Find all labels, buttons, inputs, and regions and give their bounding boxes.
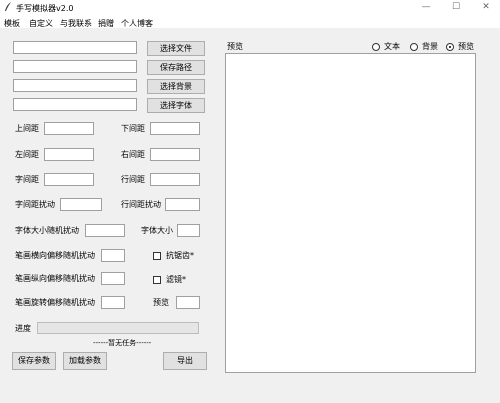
char-jitter-input[interactable] — [60, 198, 102, 211]
rotation-label: 笔画旋转偏移随机扰动 — [15, 298, 95, 307]
maximize-button[interactable]: ☐ — [444, 0, 468, 16]
radio-background[interactable] — [410, 43, 418, 51]
file-path-input[interactable] — [13, 41, 137, 54]
export-button[interactable]: 导出 — [163, 352, 207, 370]
bottom-margin-label: 下间距 — [121, 124, 145, 133]
radio-preview[interactable] — [446, 43, 454, 51]
right-margin-input[interactable] — [150, 148, 200, 161]
h-offset-input[interactable] — [101, 249, 125, 262]
font-path-input[interactable] — [13, 98, 137, 111]
v-offset-label: 笔画纵向偏移随机扰动 — [15, 274, 95, 283]
bottom-margin-input[interactable] — [150, 122, 200, 135]
progress-label: 进度 — [15, 324, 31, 333]
filter-label: 滤镜* — [166, 275, 186, 284]
filter-checkbox[interactable] — [153, 276, 161, 284]
select-font-button[interactable]: 选择字体 — [147, 98, 205, 113]
font-size-jitter-input[interactable] — [85, 224, 125, 237]
preview-size-label: 预览 — [153, 298, 169, 307]
radio-text[interactable] — [372, 43, 380, 51]
char-jitter-label: 字间距扰动 — [15, 200, 55, 209]
select-background-button[interactable]: 选择背景 — [147, 79, 205, 94]
top-margin-label: 上间距 — [15, 124, 39, 133]
window-title: 手写模拟器v2.0 — [16, 4, 74, 13]
font-size-input[interactable] — [177, 224, 200, 237]
h-offset-label: 笔画横向偏移随机扰动 — [15, 251, 95, 260]
load-params-button[interactable]: 加载参数 — [63, 352, 107, 370]
menu-custom[interactable]: 自定义 — [29, 18, 53, 29]
save-params-button[interactable]: 保存参数 — [12, 352, 56, 370]
radio-text-label: 文本 — [384, 42, 400, 51]
v-offset-input[interactable] — [101, 272, 125, 285]
menu-template[interactable]: 模板 — [4, 18, 20, 29]
progress-bar — [37, 322, 199, 334]
anti-aliasing-checkbox[interactable] — [153, 252, 161, 260]
minimize-button[interactable]: — — [414, 0, 438, 16]
select-file-button[interactable]: 选择文件 — [147, 41, 205, 56]
preview-canvas[interactable] — [225, 53, 476, 373]
left-margin-label: 左间距 — [15, 150, 39, 159]
line-jitter-label: 行间距扰动 — [121, 200, 161, 209]
right-margin-label: 右间距 — [121, 150, 145, 159]
menu-blog[interactable]: 个人博客 — [121, 18, 153, 29]
rotation-input[interactable] — [101, 296, 125, 309]
font-size-jitter-label: 字体大小随机扰动 — [15, 226, 79, 235]
top-margin-input[interactable] — [44, 122, 94, 135]
radio-background-label: 背景 — [422, 42, 438, 51]
preview-size-input[interactable] — [176, 296, 200, 309]
line-spacing-label: 行间距 — [121, 175, 145, 184]
close-button[interactable]: ✕ — [474, 0, 498, 16]
line-jitter-input[interactable] — [165, 198, 200, 211]
save-path-input[interactable] — [13, 60, 137, 73]
feather-pen-icon — [5, 2, 11, 11]
menu-contact[interactable]: 与我联系 — [60, 18, 92, 29]
line-spacing-input[interactable] — [150, 173, 200, 186]
char-spacing-input[interactable] — [44, 173, 94, 186]
char-spacing-label: 字间距 — [15, 175, 39, 184]
radio-preview-label: 预览 — [458, 42, 474, 51]
anti-aliasing-label: 抗锯齿* — [166, 251, 194, 260]
status-text: ------暂无任务------ — [93, 339, 152, 347]
background-path-input[interactable] — [13, 79, 137, 92]
menu-donate[interactable]: 捐赠 — [98, 18, 114, 29]
left-margin-input[interactable] — [44, 148, 94, 161]
preview-title: 预览 — [227, 42, 243, 51]
save-path-button[interactable]: 保存路径 — [147, 60, 205, 75]
font-size-label: 字体大小 — [141, 226, 173, 235]
